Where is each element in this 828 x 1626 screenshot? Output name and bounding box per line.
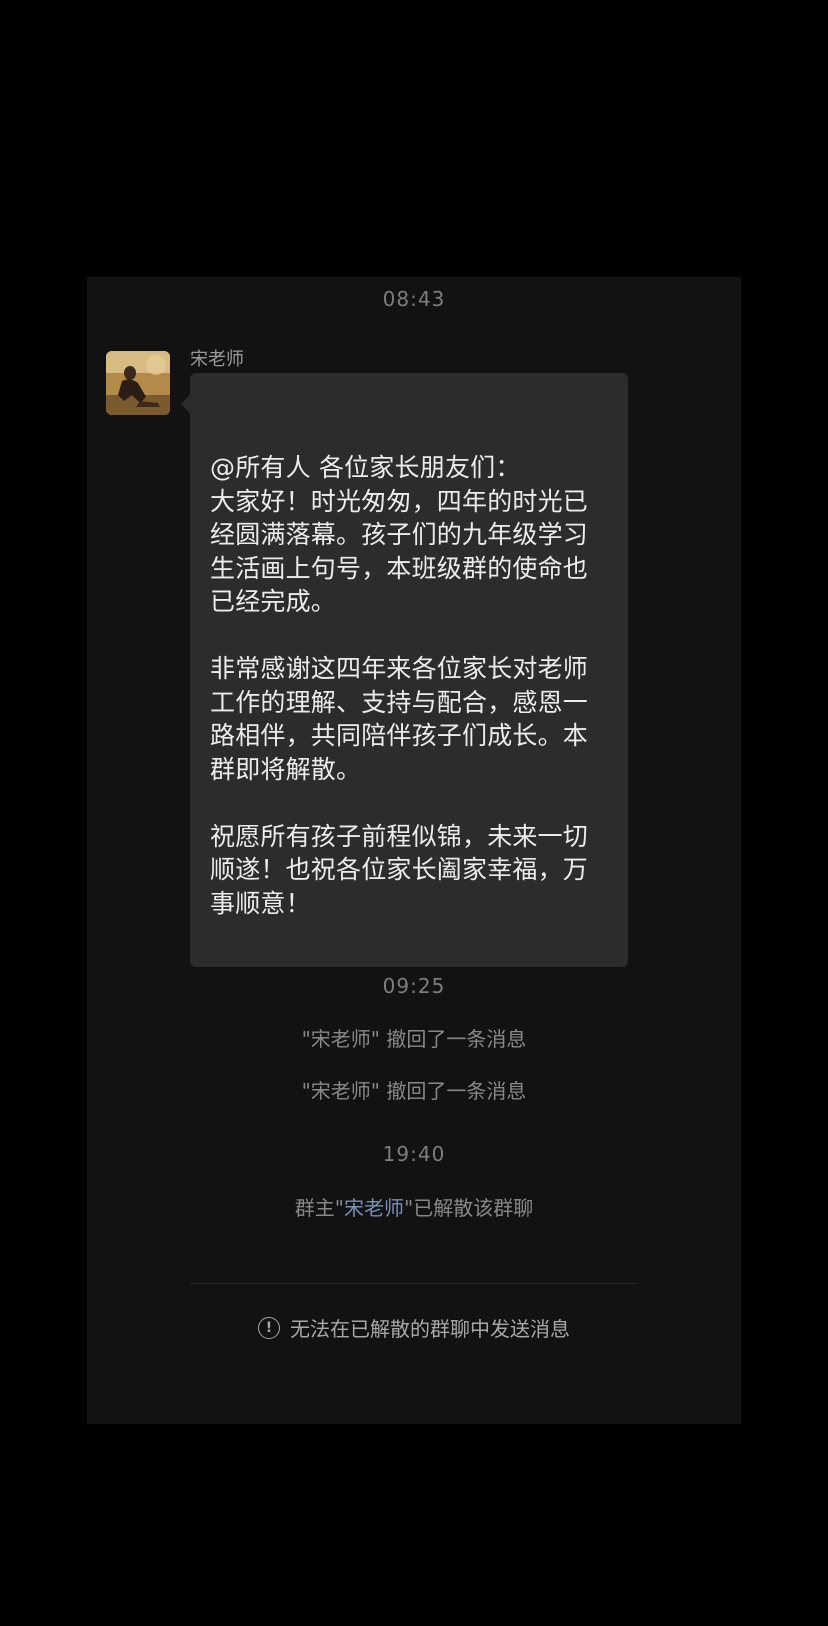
owner-name-link[interactable]: 宋老师: [344, 1196, 404, 1220]
dissolve-prefix: 群主": [294, 1196, 344, 1220]
timestamp: 19:40: [382, 1142, 446, 1166]
info-icon: !: [258, 1316, 280, 1339]
cannot-send-notice: ! 无法在已解散的群聊中发送消息: [87, 1313, 741, 1342]
divider: [190, 1283, 638, 1284]
cannot-send-text: 无法在已解散的群聊中发送消息: [290, 1317, 570, 1341]
dissolve-suffix: "已解散该群聊: [404, 1196, 534, 1220]
message-paragraph: 非常感谢这四年来各位家长对老师工作的理解、支持与配合，感恩一路相伴，共同陪伴孩子…: [210, 654, 589, 784]
sender-name: 宋老师: [190, 349, 244, 370]
avatar-photo-icon: [106, 351, 170, 415]
recall-notice: "宋老师" 撤回了一条消息: [301, 1079, 527, 1103]
timestamp: 08:43: [382, 287, 446, 311]
message-paragraph: @所有人 各位家长朋友们： 大家好！时光匆匆，四年的时光已经圆满落幕。孩子们的九…: [210, 453, 589, 616]
screen: 08:43 宋老师 @所有人 各位家长朋友们： 大家好！时光匆匆，四年的时光已经…: [0, 0, 828, 1626]
message-bubble[interactable]: @所有人 各位家长朋友们： 大家好！时光匆匆，四年的时光已经圆满落幕。孩子们的九…: [181, 373, 628, 967]
timestamp: 09:25: [382, 974, 446, 998]
group-dissolved-notice: 群主"宋老师"已解散该群聊: [87, 1192, 741, 1221]
chat-panel: 08:43 宋老师 @所有人 各位家长朋友们： 大家好！时光匆匆，四年的时光已经…: [87, 277, 741, 1424]
sender-avatar[interactable]: [106, 351, 170, 415]
recall-notice: "宋老师" 撤回了一条消息: [301, 1027, 527, 1051]
message-paragraph: 祝愿所有孩子前程似锦，未来一切顺遂！也祝各位家长阖家幸福，万事顺意！: [210, 821, 589, 918]
